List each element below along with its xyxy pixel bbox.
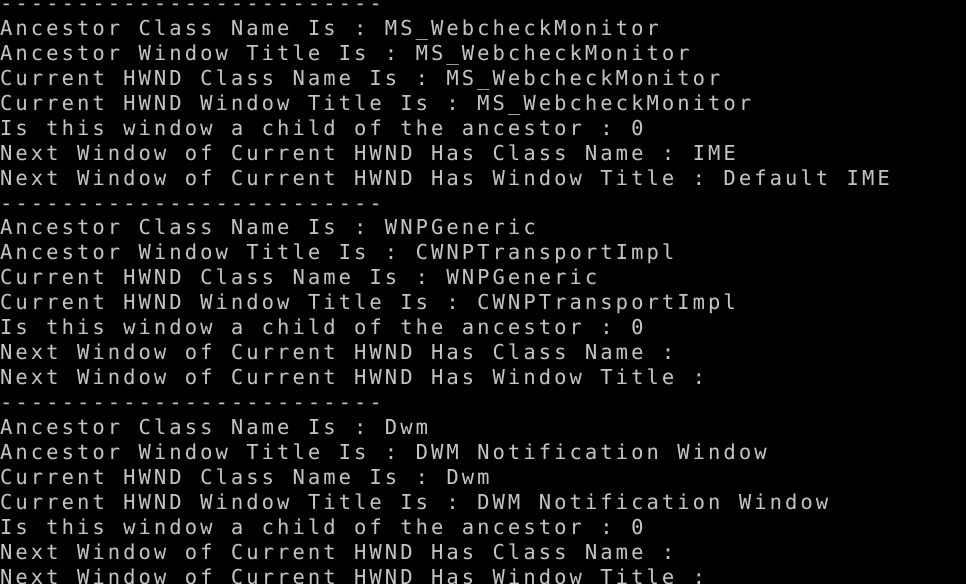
console-line: Is this window a child of the ancestor :… bbox=[0, 315, 647, 340]
console-line: Current HWND Class Name Is : WNPGeneric bbox=[0, 265, 601, 290]
console-line: Current HWND Window Title Is : CWNPTrans… bbox=[0, 290, 739, 315]
console-line: Ancestor Window Title Is : CWNPTransport… bbox=[0, 240, 678, 265]
console-line: Ancestor Class Name Is : WNPGeneric bbox=[0, 215, 539, 240]
console-line: Next Window of Current HWND Has Class Na… bbox=[0, 539, 678, 564]
console-output-text: ------------------------- Ancestor Class … bbox=[0, 0, 966, 584]
console-line: Current HWND Class Name Is : Dwm bbox=[0, 464, 493, 489]
console-line: Ancestor Class Name Is : MS_WebcheckMoni… bbox=[0, 15, 662, 40]
console-line: Next Window of Current HWND Has Window T… bbox=[0, 564, 709, 584]
console-window[interactable]: ------------------------- Ancestor Class … bbox=[0, 0, 966, 584]
console-line: Next Window of Current HWND Has Window T… bbox=[0, 365, 709, 390]
console-line: Ancestor Window Title Is : MS_WebcheckMo… bbox=[0, 40, 693, 65]
console-line: ------------------------- bbox=[0, 0, 385, 15]
console-line: Next Window of Current HWND Has Window T… bbox=[0, 165, 893, 190]
console-line: Ancestor Window Title Is : DWM Notificat… bbox=[0, 439, 770, 464]
console-line: Is this window a child of the ancestor :… bbox=[0, 514, 647, 539]
console-line: Current HWND Class Name Is : MS_Webcheck… bbox=[0, 65, 724, 90]
console-line: Ancestor Class Name Is : Dwm bbox=[0, 414, 431, 439]
console-line: Current HWND Window Title Is : MS_Webche… bbox=[0, 90, 755, 115]
console-line: ------------------------- bbox=[0, 190, 385, 215]
console-line: Next Window of Current HWND Has Class Na… bbox=[0, 340, 678, 365]
console-line: Next Window of Current HWND Has Class Na… bbox=[0, 140, 739, 165]
console-line: Is this window a child of the ancestor :… bbox=[0, 115, 647, 140]
console-line: ------------------------- bbox=[0, 390, 385, 414]
console-line: Current HWND Window Title Is : DWM Notif… bbox=[0, 489, 832, 514]
